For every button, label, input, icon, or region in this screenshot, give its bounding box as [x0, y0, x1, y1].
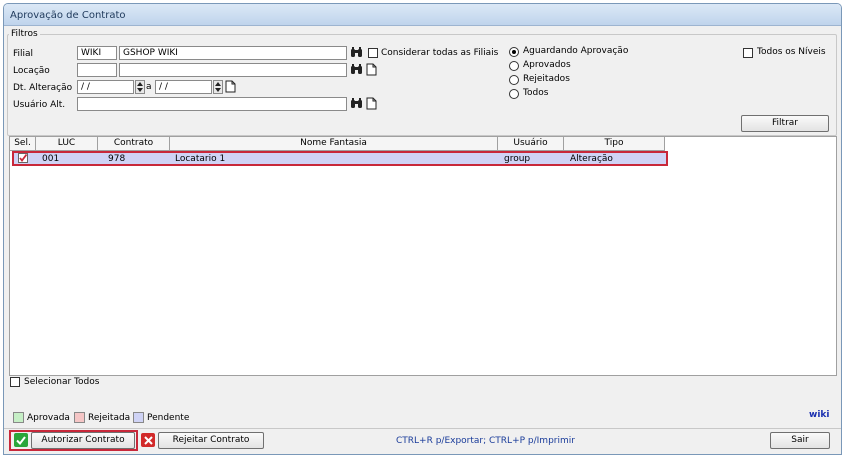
contract-approval-window: Aprovação de Contrato Filtros Filial WIK…	[3, 3, 842, 455]
cell-usuario: group	[504, 154, 531, 164]
legend-swatch-rejeitada	[74, 412, 85, 423]
new-document-icon[interactable]	[365, 97, 378, 110]
status-radio-aguardando[interactable]	[509, 47, 519, 57]
select-all-label: Selecionar Todos	[24, 377, 100, 387]
binoculars-search-icon[interactable]	[350, 46, 363, 59]
window-title: Aprovação de Contrato	[10, 10, 126, 21]
legend-swatch-aprovada	[13, 412, 24, 423]
status-radio-todos[interactable]	[509, 89, 519, 99]
authorize-contract-button[interactable]: Autorizar Contrato	[31, 432, 135, 449]
new-document-icon[interactable]	[365, 63, 378, 76]
contracts-grid: Sel. LUC Contrato Nome Fantasia Usuário …	[9, 136, 837, 376]
cell-tipo: Alteração	[570, 154, 613, 164]
status-radio-aprovados[interactable]	[509, 61, 519, 71]
binoculars-search-icon[interactable]	[350, 97, 363, 110]
check-icon[interactable]	[14, 433, 28, 447]
consider-all-branches-checkbox[interactable]	[368, 48, 378, 58]
table-row[interactable]: 001 978 Locatario 1 group Alteração	[12, 151, 668, 166]
all-levels-checkbox[interactable]	[743, 48, 753, 58]
column-header-tipo[interactable]: Tipo	[564, 137, 665, 151]
legend-swatch-pendente	[133, 412, 144, 423]
dt-alteracao-label: Dt. Alteração	[13, 83, 73, 93]
consider-all-branches-label: Considerar todas as Filiais	[381, 48, 499, 58]
all-levels-label: Todos os Níveis	[757, 47, 826, 57]
new-document-icon[interactable]	[224, 80, 237, 93]
cell-luc: 001	[42, 154, 60, 164]
column-header-nome-fantasia[interactable]: Nome Fantasia	[170, 137, 498, 151]
status-label-aprovados: Aprovados	[523, 60, 571, 70]
exit-button[interactable]: Sair	[770, 432, 830, 449]
column-header-contrato[interactable]: Contrato	[98, 137, 170, 151]
usuario-field[interactable]	[77, 97, 347, 111]
filial-name-field[interactable]: GSHOP WIKI	[119, 46, 347, 60]
locacao-name-field[interactable]	[119, 63, 347, 77]
status-radio-rejeitados[interactable]	[509, 75, 519, 85]
close-icon[interactable]	[141, 433, 155, 447]
keyboard-hint: CTRL+R p/Exportar; CTRL+P p/Imprimir	[396, 436, 575, 446]
status-label-todos: Todos	[523, 88, 549, 98]
title-bar: Aprovação de Contrato	[4, 4, 841, 26]
footer-divider	[4, 428, 841, 429]
usuario-label: Usuário Alt.	[13, 100, 66, 110]
cell-nome-fantasia: Locatario 1	[175, 154, 226, 164]
brand-logo: wiki	[809, 410, 830, 420]
legend-label-aprovada: Aprovada	[27, 413, 70, 423]
column-header-luc[interactable]: LUC	[36, 137, 98, 151]
status-label-rejeitados: Rejeitados	[523, 74, 570, 84]
filters-group-label: Filtros	[9, 29, 40, 39]
legend-label-rejeitada: Rejeitada	[88, 413, 131, 423]
binoculars-search-icon[interactable]	[350, 63, 363, 76]
locacao-code-field[interactable]	[77, 63, 117, 77]
date-range-separator: a	[146, 82, 152, 92]
date-to-spinner[interactable]	[213, 80, 223, 94]
filter-button[interactable]: Filtrar	[741, 115, 829, 132]
cell-contrato: 978	[108, 154, 126, 164]
date-from-field[interactable]: / /	[77, 80, 134, 94]
column-header-sel[interactable]: Sel.	[10, 137, 36, 151]
filial-code-field[interactable]: WIKI	[77, 46, 117, 60]
column-header-usuario[interactable]: Usuário	[498, 137, 564, 151]
legend-label-pendente: Pendente	[147, 413, 190, 423]
row-select-checkbox-icon[interactable]	[18, 153, 28, 166]
date-from-spinner[interactable]	[135, 80, 145, 94]
date-to-field[interactable]: / /	[155, 80, 212, 94]
filial-label: Filial	[13, 49, 34, 59]
locacao-label: Locação	[13, 66, 50, 76]
status-label-aguardando: Aguardando Aprovação	[523, 46, 629, 56]
reject-contract-button[interactable]: Rejeitar Contrato	[158, 432, 264, 449]
select-all-checkbox[interactable]	[10, 377, 20, 387]
